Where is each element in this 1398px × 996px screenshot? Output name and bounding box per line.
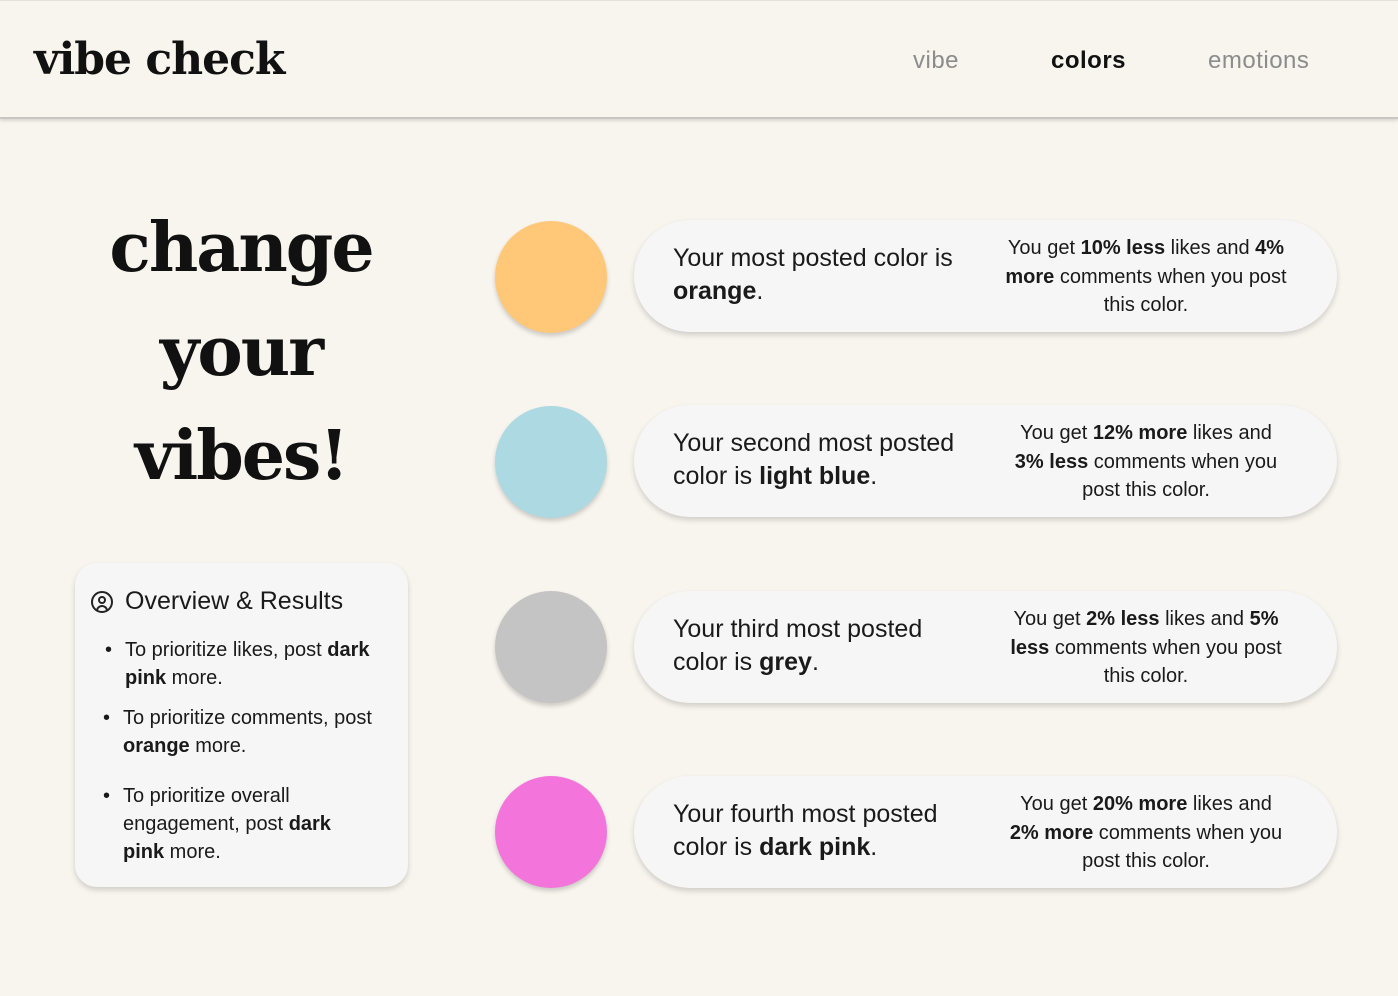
color-stats-text: You get 10% less likes and 4% more comme… xyxy=(1005,237,1287,316)
overview-bullet-engagement: • To prioritize overall engagement, post… xyxy=(103,782,373,866)
color-rank-text: Your third most posted color is grey. xyxy=(673,615,923,676)
bullet-dot: • xyxy=(103,707,111,729)
color-card-orange[interactable]: Your most posted color is orange. You ge… xyxy=(634,220,1337,332)
color-rank-text: Your fourth most posted color is dark pi… xyxy=(673,800,938,861)
headline-line-3: vibes! xyxy=(134,416,349,496)
top-bar: vibe check vibe colors emotions xyxy=(0,0,1398,119)
app-logo[interactable]: vibe check xyxy=(34,34,285,85)
color-rank-text: Your most posted color is orange. xyxy=(673,244,953,305)
color-card-light-blue[interactable]: Your second most posted color is light b… xyxy=(634,405,1337,517)
user-circle-icon xyxy=(91,590,113,613)
overview-bullet-likes: • To prioritize likes, post dark pink mo… xyxy=(105,636,375,692)
color-rank-text: Your second most posted color is light b… xyxy=(673,429,955,490)
color-stats-text: You get 12% more likes and 3% less comme… xyxy=(1014,422,1278,501)
color-name: grey xyxy=(759,648,812,676)
color-stats-text: You get 2% less likes and 5% less commen… xyxy=(1010,608,1282,687)
overview-title: Overview & Results xyxy=(125,587,344,615)
nav-colors[interactable]: colors xyxy=(1051,47,1126,75)
bullet-dot: • xyxy=(103,785,111,807)
headline-line-2: your xyxy=(159,312,324,392)
color-card-dark-pink[interactable]: Your fourth most posted color is dark pi… xyxy=(634,776,1337,888)
color-swatch-grey[interactable] xyxy=(495,591,607,703)
color-name: orange xyxy=(673,277,757,305)
color-swatch-light-blue[interactable] xyxy=(495,406,607,518)
headline-line-1: change xyxy=(109,208,374,288)
color-swatch-orange[interactable] xyxy=(495,221,607,333)
color-stats-text: You get 20% more likes and 2% more comme… xyxy=(1009,793,1283,872)
nav-vibe[interactable]: vibe xyxy=(913,47,959,75)
color-card-grey[interactable]: Your third most posted color is grey. Yo… xyxy=(634,591,1337,703)
nav-emotions[interactable]: emotions xyxy=(1208,47,1309,75)
color-name: light blue xyxy=(759,462,871,490)
bullet-dot: • xyxy=(105,639,113,661)
overview-bullet-comments: • To prioritize comments, post orange mo… xyxy=(103,704,383,760)
overview-header: Overview & Results xyxy=(91,587,343,616)
page-headline: change your vibes! xyxy=(95,196,387,508)
color-name: dark pink xyxy=(759,833,871,861)
color-swatch-dark-pink[interactable] xyxy=(495,776,607,888)
